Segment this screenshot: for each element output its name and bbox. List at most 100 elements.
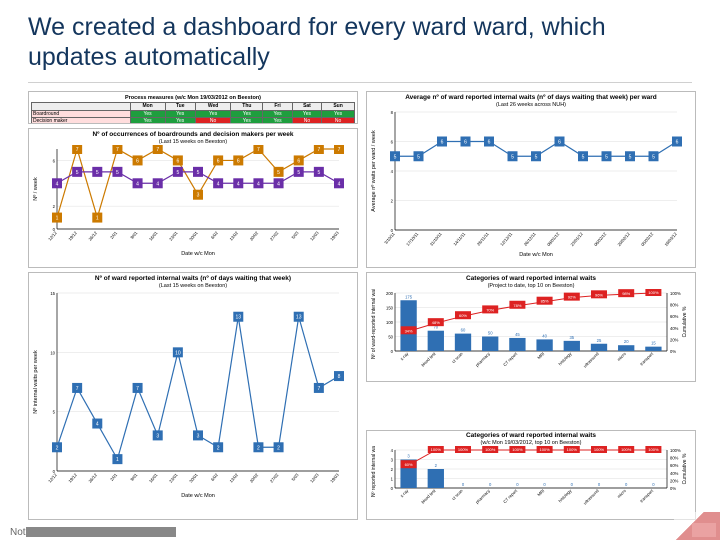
svg-text:92%: 92%: [568, 295, 576, 300]
svg-text:3: 3: [407, 454, 410, 459]
chart-title: Categories of ward reported internal wai…: [369, 275, 693, 282]
svg-text:19/03/12: 19/03/12: [663, 231, 678, 247]
svg-text:5: 5: [76, 170, 79, 176]
svg-text:20/02/12: 20/02/12: [616, 231, 631, 247]
svg-text:100%: 100%: [567, 447, 578, 452]
svg-text:Nº reported internal waits: Nº reported internal waits: [371, 446, 377, 497]
svg-text:1: 1: [391, 477, 394, 482]
svg-text:5: 5: [116, 170, 119, 176]
svg-text:blood test: blood test: [420, 488, 437, 505]
svg-text:0: 0: [462, 482, 465, 487]
svg-text:13/02: 13/02: [228, 472, 239, 484]
svg-text:5: 5: [317, 170, 320, 176]
svg-text:3: 3: [156, 434, 159, 440]
svg-text:15: 15: [651, 341, 656, 346]
svg-text:9/01: 9/01: [129, 472, 139, 482]
svg-text:2/01: 2/01: [109, 472, 119, 482]
svg-text:15: 15: [50, 291, 55, 296]
svg-text:0: 0: [598, 482, 601, 487]
svg-text:70%: 70%: [486, 308, 494, 313]
svg-text:0%: 0%: [670, 349, 676, 354]
svg-text:10: 10: [175, 350, 181, 356]
svg-text:6: 6: [176, 159, 179, 165]
svg-text:13: 13: [236, 315, 242, 321]
svg-text:85%: 85%: [541, 299, 549, 304]
svg-text:2: 2: [391, 467, 394, 472]
svg-text:20/02: 20/02: [249, 230, 260, 242]
svg-text:5: 5: [417, 154, 420, 160]
svg-text:100%: 100%: [539, 447, 550, 452]
svg-text:40%: 40%: [670, 326, 679, 331]
svg-text:Average nº waits per ward / we: Average nº waits per ward / week: [370, 130, 377, 212]
svg-text:19/12: 19/12: [67, 230, 78, 242]
svg-text:100%: 100%: [458, 447, 469, 452]
avg-waits-line-chart: 024683/10/1117/10/1131/10/1114/11/1128/1…: [369, 108, 689, 258]
svg-text:2: 2: [53, 204, 56, 209]
svg-text:20%: 20%: [670, 338, 679, 343]
svg-text:40: 40: [542, 334, 547, 339]
svg-text:2/01: 2/01: [109, 230, 119, 240]
svg-text:ct scan: ct scan: [451, 351, 464, 364]
svg-text:96%: 96%: [595, 292, 603, 297]
svg-text:transport: transport: [639, 351, 655, 367]
svg-text:60: 60: [461, 328, 466, 333]
svg-text:4: 4: [136, 181, 139, 187]
svg-text:2: 2: [56, 445, 59, 451]
svg-text:6: 6: [464, 140, 467, 146]
svg-text:5: 5: [176, 170, 179, 176]
svg-text:23/01: 23/01: [168, 472, 179, 484]
svg-text:7: 7: [317, 147, 320, 153]
svg-text:6: 6: [488, 140, 491, 146]
svg-text:40%: 40%: [670, 471, 679, 476]
svg-text:3: 3: [197, 434, 200, 440]
svg-text:9/01: 9/01: [129, 230, 139, 240]
svg-text:blood test: blood test: [420, 351, 437, 368]
svg-text:8: 8: [391, 110, 394, 115]
svg-text:transport: transport: [639, 488, 655, 504]
svg-text:6: 6: [441, 140, 444, 146]
footer-text: Not: [10, 527, 176, 538]
svg-text:60%: 60%: [405, 462, 413, 467]
svg-text:60%: 60%: [459, 313, 467, 318]
svg-text:1: 1: [116, 457, 119, 463]
svg-text:7: 7: [136, 386, 139, 392]
svg-text:5/03: 5/03: [290, 472, 300, 482]
svg-text:2: 2: [277, 445, 280, 451]
svg-text:histology: histology: [557, 488, 573, 504]
svg-text:1: 1: [96, 216, 99, 222]
svg-text:7: 7: [76, 147, 79, 153]
svg-text:2: 2: [257, 445, 260, 451]
svg-text:6: 6: [297, 159, 300, 165]
svg-text:5: 5: [96, 170, 99, 176]
svg-text:6: 6: [237, 159, 240, 165]
svg-text:5: 5: [629, 154, 632, 160]
svg-text:25: 25: [597, 338, 602, 343]
svg-text:50: 50: [388, 335, 393, 340]
svg-text:6/02: 6/02: [210, 230, 220, 240]
svg-text:6: 6: [676, 140, 679, 146]
svg-text:CT report: CT report: [502, 351, 519, 368]
svg-text:3/10/11: 3/10/11: [383, 231, 396, 245]
svg-text:10: 10: [50, 350, 55, 355]
svg-text:5: 5: [535, 154, 538, 160]
avg-waits-line-chart-panel: Average nº of ward reported internal wai…: [366, 91, 696, 268]
svg-text:x-ray: x-ray: [399, 488, 410, 499]
svg-text:0: 0: [516, 482, 519, 487]
svg-text:100%: 100%: [431, 447, 442, 452]
svg-text:5: 5: [197, 170, 200, 176]
process-measures-table: MonTueWedThuFriSatSunBoardroundYesYesYes…: [31, 102, 355, 124]
svg-text:27/02: 27/02: [269, 472, 280, 484]
chart-title: Nº of ward reported internal waits (nº o…: [31, 275, 355, 282]
svg-text:78%: 78%: [513, 303, 521, 308]
svg-text:28/11/11: 28/11/11: [476, 231, 490, 247]
svg-text:30/01: 30/01: [188, 230, 199, 242]
svg-text:19/12: 19/12: [67, 472, 78, 484]
svg-text:5: 5: [297, 170, 300, 176]
svg-text:Date w/c Mon: Date w/c Mon: [519, 252, 553, 258]
svg-text:19/03: 19/03: [329, 230, 340, 242]
svg-text:Cumulative %: Cumulative %: [682, 453, 688, 484]
svg-text:26/12/11: 26/12/11: [523, 231, 538, 247]
svg-text:13/02: 13/02: [228, 230, 239, 242]
svg-text:16/01: 16/01: [148, 472, 159, 484]
svg-text:CT report: CT report: [502, 488, 519, 505]
